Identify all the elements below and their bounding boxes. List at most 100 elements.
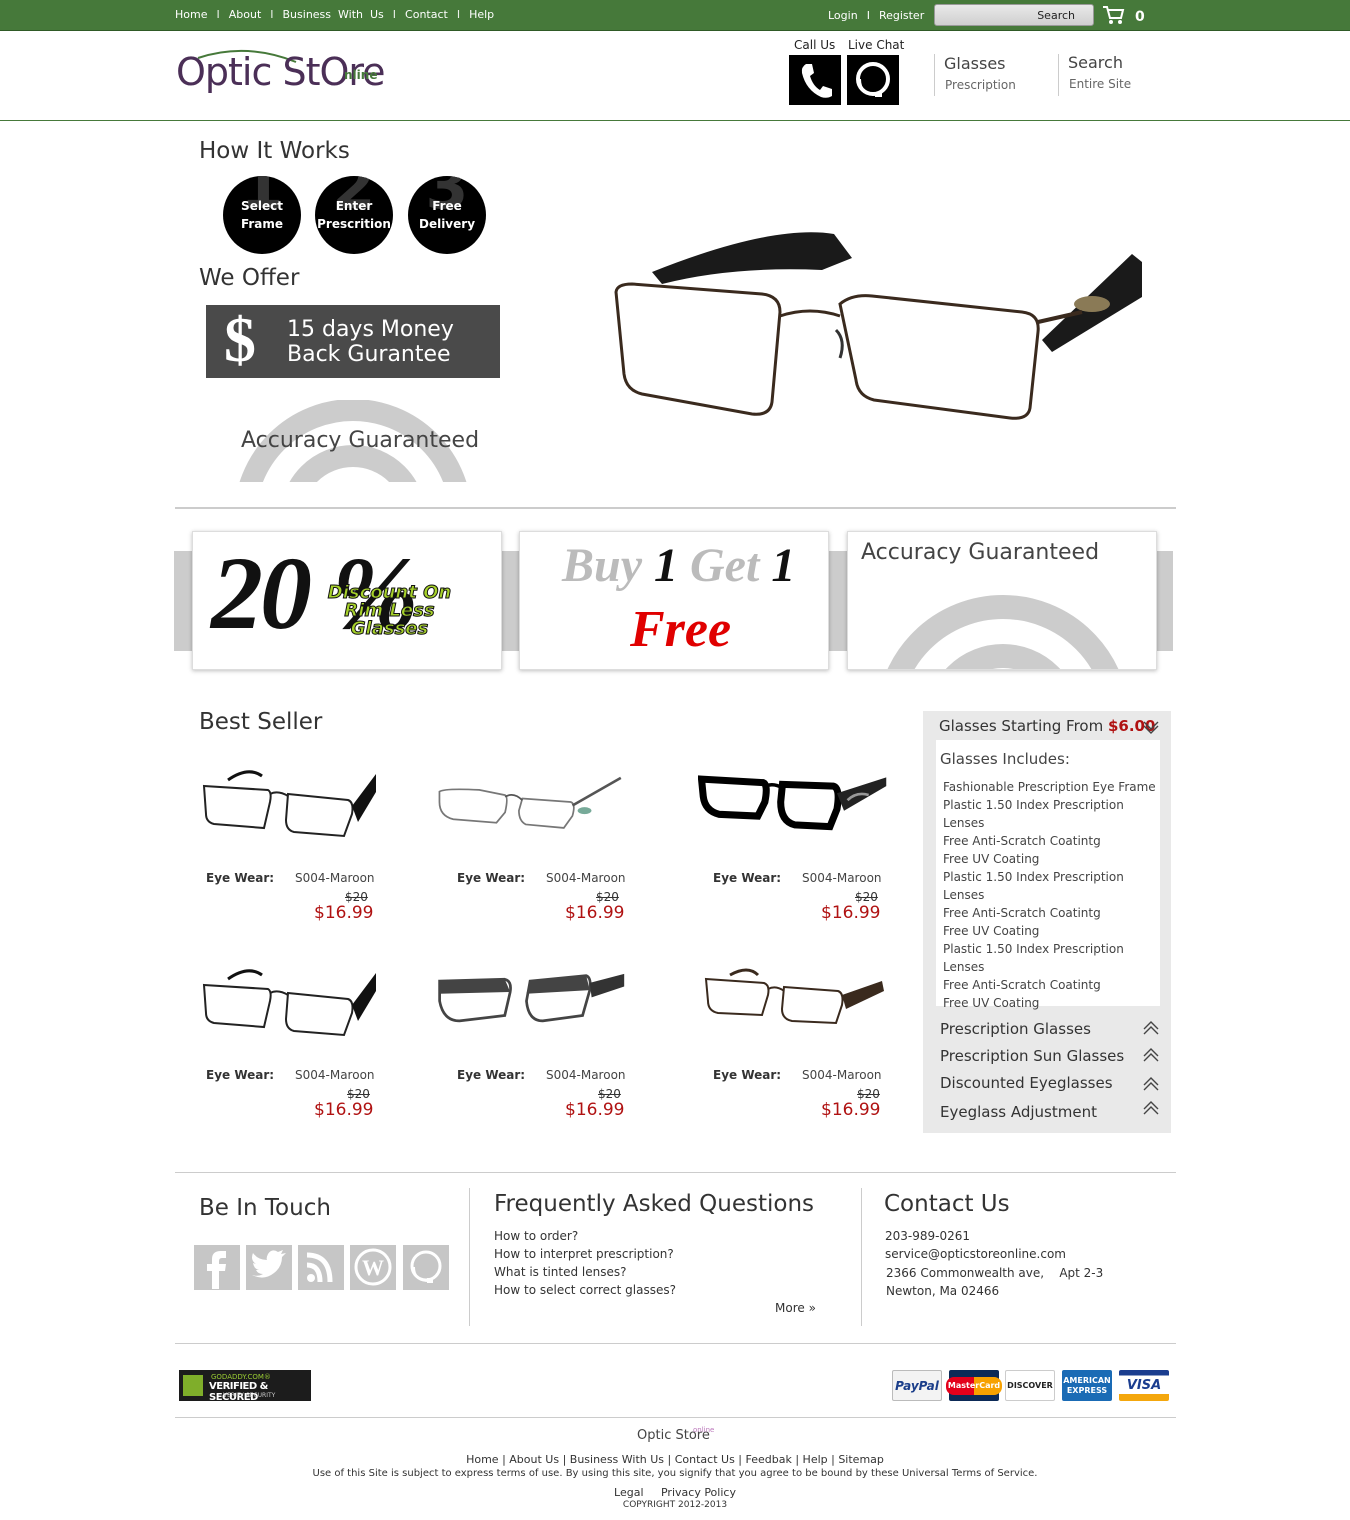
money-back-banner[interactable]: $ 15 days Money Back Gurantee (206, 304, 500, 378)
be-in-touch-title: Be In Touch (199, 1195, 331, 1221)
faq-link[interactable]: How to interpret prescription? (494, 1247, 674, 1261)
step-number: 2 (332, 176, 376, 223)
live-chat-label: Live Chat (848, 38, 905, 52)
includes-item: Free Anti-Scratch Coatintg (943, 906, 1101, 920)
godaddy-seal[interactable]: GODADDY.COM® VERIFIED & SECURED VERIFY S… (179, 1370, 311, 1403)
product-code[interactable]: S004-Maroon (295, 871, 375, 885)
product-image[interactable] (198, 961, 388, 1041)
product-price: $16.99 (565, 1100, 625, 1120)
product-old-price: $20 (855, 890, 878, 904)
call-us-label: Call Us (794, 38, 836, 52)
chevron-up-icon[interactable] (1143, 1021, 1159, 1035)
promo-discount[interactable]: 20 % Discount On Rim Less Glasses (192, 531, 502, 670)
product-code[interactable]: S004-Maroon (546, 1068, 626, 1082)
step-number: 1 (240, 176, 284, 223)
site-logo[interactable]: Optic StOre nline (176, 48, 386, 108)
nav-separator: I (866, 9, 870, 22)
product-label: Eye Wear: (457, 1068, 526, 1082)
mastercard-label: MasterCard (945, 1376, 1003, 1395)
promo-buy-one-get-one[interactable]: Buy 1 Get 1 Free (519, 531, 829, 670)
rss-icon[interactable] (298, 1245, 344, 1290)
twitter-icon[interactable] (246, 1245, 292, 1290)
product-code[interactable]: S004-Maroon (802, 1068, 882, 1082)
contact-phone[interactable]: 203-989-0261 (885, 1229, 970, 1243)
search-input[interactable]: Search (934, 4, 1094, 26)
product-image[interactable] (436, 762, 626, 842)
faq-more-label: More (775, 1301, 805, 1315)
product-code[interactable]: S004-Maroon (546, 871, 626, 885)
search-button[interactable]: Search (1037, 9, 1075, 22)
footer-links[interactable]: Home | About Us | Business With Us | Con… (0, 1453, 1350, 1466)
includes-item: Plastic 1.50 Index Prescription Lenses (943, 942, 1124, 974)
paypal-icon: PayPal (892, 1370, 942, 1401)
best-seller-title: Best Seller (199, 709, 323, 735)
product-image[interactable] (436, 961, 626, 1041)
promo-accuracy-title: Accuracy Guaranteed (861, 540, 1100, 565)
chevron-down-icon[interactable] (1143, 720, 1159, 734)
footer-legal-links[interactable]: Legal Privacy Policy (0, 1486, 1350, 1499)
live-chat-icon[interactable] (403, 1245, 449, 1290)
includes-item: Fashionable Prescription Eye Frame (943, 780, 1156, 794)
contact-email[interactable]: service@opticstoreonline.com (885, 1247, 1066, 1261)
product-label: Eye Wear: (457, 871, 526, 885)
chevron-up-icon[interactable] (1143, 1048, 1159, 1062)
nav-contact[interactable]: Contact (405, 8, 448, 21)
sidebar-item-prescription-glasses[interactable]: Prescription Glasses (940, 1020, 1091, 1038)
american-express-icon: AMERICAN EXPRESS (1062, 1370, 1112, 1401)
sidebar-item-prescription-sun-glasses[interactable]: Prescription Sun Glasses (940, 1047, 1124, 1065)
lock-icon (183, 1375, 203, 1396)
account-links: Login I Register (828, 9, 924, 22)
product-old-price: $20 (345, 890, 368, 904)
nav-separator: I (216, 8, 220, 21)
cart-count[interactable]: 0 (1135, 9, 1145, 25)
includes-item: Free Anti-Scratch Coatintg (943, 978, 1101, 992)
sidebar-header[interactable]: Glasses Starting From $6.00 (939, 717, 1155, 735)
includes-item: Free Anti-Scratch Coatintg (943, 834, 1101, 848)
product-image[interactable] (698, 762, 888, 842)
discover-icon: DISCOVER (1005, 1370, 1055, 1401)
product-code[interactable]: S004-Maroon (295, 1068, 375, 1082)
product-price: $16.99 (821, 1100, 881, 1120)
register-link[interactable]: Register (879, 9, 924, 22)
step-select-frame: 1 Select Frame (223, 176, 301, 254)
live-chat-icon[interactable] (847, 55, 899, 105)
seal-line-1: GODADDY.COM® (211, 1373, 271, 1381)
phone-icon[interactable] (789, 55, 841, 105)
includes-item: Free UV Coating (943, 924, 1040, 938)
chevron-up-icon[interactable] (1143, 1077, 1159, 1091)
faq-link[interactable]: What is tinted lenses? (494, 1265, 627, 1279)
nav-home[interactable]: Home (175, 8, 207, 21)
footer-terms: Use of this Site is subject to express t… (312, 1468, 1038, 1479)
accuracy-banner[interactable]: Accuracy Guaranteed (206, 400, 500, 482)
cart-icon[interactable] (1102, 5, 1126, 25)
promo-accuracy[interactable]: Accuracy Guaranteed (847, 531, 1157, 670)
double-chevron-right-icon: » (808, 1301, 816, 1315)
step-label: Prescrition (317, 217, 391, 231)
search-link[interactable]: Search (1068, 53, 1123, 72)
column-divider (469, 1188, 470, 1326)
chevron-up-icon[interactable] (1143, 1101, 1159, 1115)
product-label: Eye Wear: (206, 1068, 275, 1082)
glasses-sub: Prescription (945, 78, 1016, 92)
sidebar-item-eyeglass-adjustment[interactable]: Eyeglass Adjustment (940, 1103, 1097, 1121)
product-image[interactable] (698, 961, 888, 1041)
promo-get: Get (690, 539, 760, 592)
faq-link[interactable]: How to order? (494, 1229, 578, 1243)
facebook-icon[interactable] (194, 1245, 240, 1290)
product-image[interactable] (198, 762, 388, 842)
faq-more-link[interactable]: More » (775, 1301, 816, 1315)
sidebar-item-discounted-eyeglasses[interactable]: Discounted Eyeglasses (940, 1074, 1113, 1092)
nav-about[interactable]: About (229, 8, 262, 21)
column-divider (861, 1188, 862, 1326)
nav-help[interactable]: Help (469, 8, 494, 21)
wordpress-icon[interactable]: W (350, 1245, 396, 1290)
includes-title: Glasses Includes: (940, 750, 1070, 768)
hero-glasses-image[interactable] (612, 222, 1147, 427)
footer-logo[interactable]: Optic Store online (637, 1426, 717, 1450)
product-code[interactable]: S004-Maroon (802, 871, 882, 885)
faq-link[interactable]: How to select correct glasses? (494, 1283, 676, 1297)
nav-business[interactable]: Business With Us (283, 8, 384, 21)
glasses-link[interactable]: Glasses (944, 54, 1006, 73)
includes-item: Plastic 1.50 Index Prescription Lenses (943, 798, 1124, 830)
login-link[interactable]: Login (828, 9, 858, 22)
